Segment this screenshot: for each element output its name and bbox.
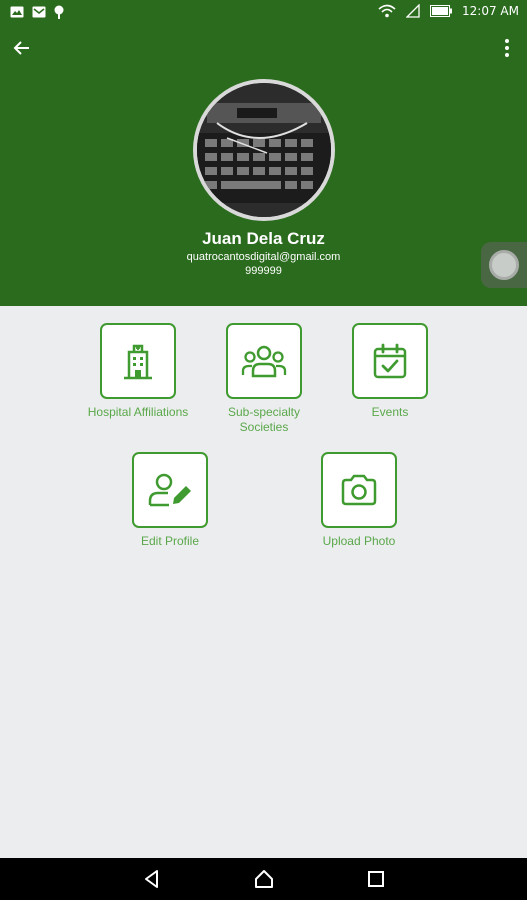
- tile-box: [132, 452, 208, 528]
- tile-box: [352, 323, 428, 399]
- floating-assistive-button[interactable]: [481, 242, 527, 288]
- profile-phone: 999999: [245, 265, 282, 277]
- home-nav-icon: [255, 870, 273, 888]
- tile-events[interactable]: Events: [340, 323, 440, 420]
- users-group-icon: [241, 345, 287, 378]
- status-bar: 12:07 AM: [0, 0, 527, 24]
- camera-icon: [341, 474, 377, 506]
- battery-icon: [430, 5, 453, 17]
- avatar-photo: [197, 83, 331, 217]
- profile-header: Juan Dela Cruz quatrocantosdigital@gmail…: [0, 24, 527, 306]
- tile-edit-profile[interactable]: Edit Profile: [114, 452, 226, 549]
- tile-box: [100, 323, 176, 399]
- tile-box: [226, 323, 302, 399]
- profile-email: quatrocantosdigital@gmail.com: [186, 251, 341, 263]
- tile-label: Hospital Affiliations: [87, 405, 189, 419]
- tile-hospital-affiliations[interactable]: Hospital Affiliations: [70, 323, 206, 420]
- tile-label: Events: [371, 405, 409, 419]
- nav-recents-button[interactable]: [365, 868, 387, 890]
- wifi-icon: [378, 4, 396, 18]
- recents-nav-icon: [368, 871, 384, 887]
- back-button[interactable]: [10, 36, 34, 60]
- system-nav-bar: [0, 858, 527, 900]
- status-time: 12:07 AM: [462, 4, 519, 18]
- signal-icon: [406, 4, 420, 18]
- tile-label: Edit Profile: [140, 534, 200, 548]
- hospital-building-icon: [124, 344, 152, 380]
- tile-box: [321, 452, 397, 528]
- calendar-check-icon: [373, 343, 407, 379]
- gallery-icon: [10, 6, 24, 18]
- tile-upload-photo[interactable]: Upload Photo: [304, 452, 414, 549]
- tile-label: Sub-specialty Societies: [227, 405, 301, 434]
- arrow-back-icon: [13, 41, 29, 55]
- profile-name: Juan Dela Cruz: [202, 229, 325, 248]
- back-nav-icon: [145, 870, 158, 888]
- nav-home-button[interactable]: [253, 868, 275, 890]
- avatar[interactable]: [193, 79, 335, 221]
- location-icon: [54, 5, 64, 19]
- more-options-button[interactable]: [495, 36, 519, 60]
- user-edit-icon: [148, 473, 191, 507]
- mail-icon: [32, 6, 46, 18]
- tile-label: Upload Photo: [322, 534, 396, 548]
- nav-back-button[interactable]: [141, 868, 163, 890]
- tile-sub-specialty-societies[interactable]: Sub-specialty Societies: [209, 323, 319, 435]
- more-vert-icon: [505, 39, 509, 57]
